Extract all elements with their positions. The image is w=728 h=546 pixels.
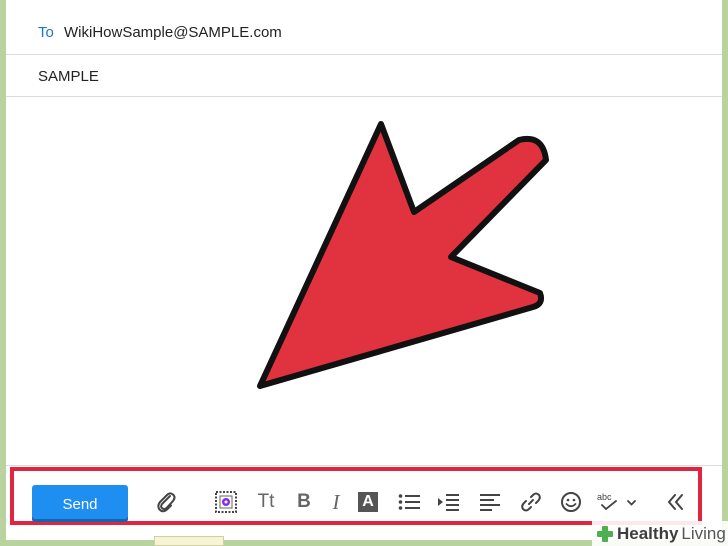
text-size-icon[interactable]: Tt: [252, 488, 280, 516]
to-label: To: [38, 24, 54, 41]
align-icon[interactable]: [476, 488, 504, 516]
bold-icon[interactable]: B: [290, 488, 318, 516]
svg-text:abc: abc: [597, 492, 612, 502]
to-row[interactable]: To WikiHowSample@SAMPLE.com: [6, 0, 722, 55]
tooltip: [154, 536, 224, 546]
plus-logo-icon: [597, 525, 613, 542]
send-button[interactable]: Send: [32, 485, 128, 522]
indent-icon[interactable]: [434, 488, 462, 516]
spellcheck-icon[interactable]: abc: [596, 488, 642, 516]
font-color-label: A: [358, 492, 378, 512]
emoji-icon[interactable]: [557, 488, 585, 516]
message-body[interactable]: [6, 97, 722, 465]
font-color-icon[interactable]: A: [354, 488, 382, 516]
watermark-light-text: Living: [681, 523, 726, 543]
annotation-arrow-icon: [257, 121, 549, 389]
watermark-bold-text: Healthy: [617, 523, 679, 543]
email-compose-window: To WikiHowSample@SAMPLE.com SAMPLE: [6, 0, 722, 540]
watermark: Healthy Living: [592, 521, 728, 546]
italic-label: I: [332, 490, 340, 514]
attach-icon[interactable]: [152, 488, 180, 516]
to-field[interactable]: WikiHowSample@SAMPLE.com: [64, 24, 282, 41]
italic-icon[interactable]: I: [322, 488, 350, 516]
bullet-list-icon[interactable]: [395, 488, 423, 516]
subject-row[interactable]: SAMPLE: [6, 55, 722, 97]
stationery-icon[interactable]: [212, 488, 240, 516]
text-size-label: Tt: [257, 491, 275, 512]
bold-label: B: [297, 491, 311, 512]
link-icon[interactable]: [517, 488, 545, 516]
collapse-icon[interactable]: [662, 488, 690, 516]
subject-field[interactable]: SAMPLE: [38, 68, 99, 85]
